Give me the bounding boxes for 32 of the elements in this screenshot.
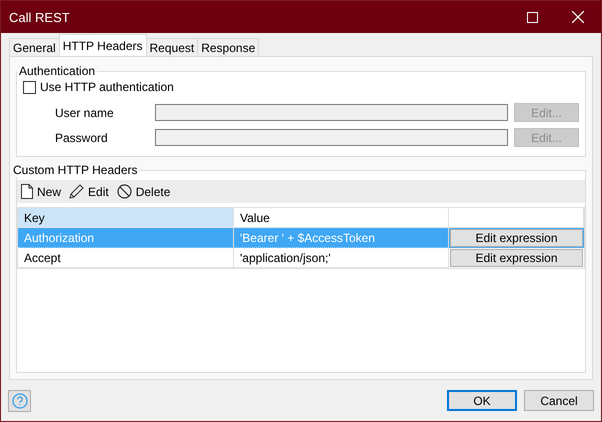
- tab[interactable]: General: [9, 38, 60, 56]
- table-row[interactable]: Accept 'application/json;' Edit expression: [18, 248, 584, 268]
- tab[interactable]: HTTP Headers: [58, 34, 147, 56]
- prohibited-icon: [116, 184, 132, 199]
- edit-button[interactable]: Edit: [69, 184, 109, 199]
- table-row[interactable]: Authorization 'Bearer ' + $AccessToken Edit expression: [18, 228, 584, 248]
- window-title: Call REST: [8, 10, 71, 24]
- edit-expression-button[interactable]: Edit expression: [450, 229, 583, 247]
- dialog-button[interactable]: OK: [447, 390, 517, 411]
- checkbox[interactable]: [23, 80, 36, 94]
- dialog-button[interactable]: Cancel: [524, 390, 594, 411]
- field-label: Password: [54, 130, 109, 144]
- maximize-icon[interactable]: [526, 12, 538, 22]
- field-label: User name: [54, 106, 115, 120]
- tab[interactable]: Request: [146, 38, 198, 56]
- checkbox-label: Use HTTP authentication: [40, 80, 174, 94]
- column-header[interactable]: Value: [234, 208, 449, 228]
- input-field[interactable]: [155, 129, 508, 146]
- delete-button[interactable]: Delete: [116, 184, 170, 199]
- close-icon[interactable]: [572, 11, 584, 23]
- table-cell: Accept: [18, 248, 234, 268]
- help-icon: [12, 392, 28, 408]
- pencil-icon: [69, 184, 84, 199]
- input-field[interactable]: [155, 104, 508, 121]
- group-title: Authentication: [18, 64, 96, 78]
- group-title: Custom HTTP Headers: [12, 163, 138, 177]
- column-header[interactable]: Key: [18, 208, 234, 228]
- edit-expression-button[interactable]: Edit expression: [450, 249, 583, 267]
- document-icon: [21, 184, 33, 199]
- new-button[interactable]: New: [21, 184, 62, 199]
- table-cell: 'application/json;': [234, 248, 449, 268]
- tab[interactable]: Response: [197, 38, 260, 56]
